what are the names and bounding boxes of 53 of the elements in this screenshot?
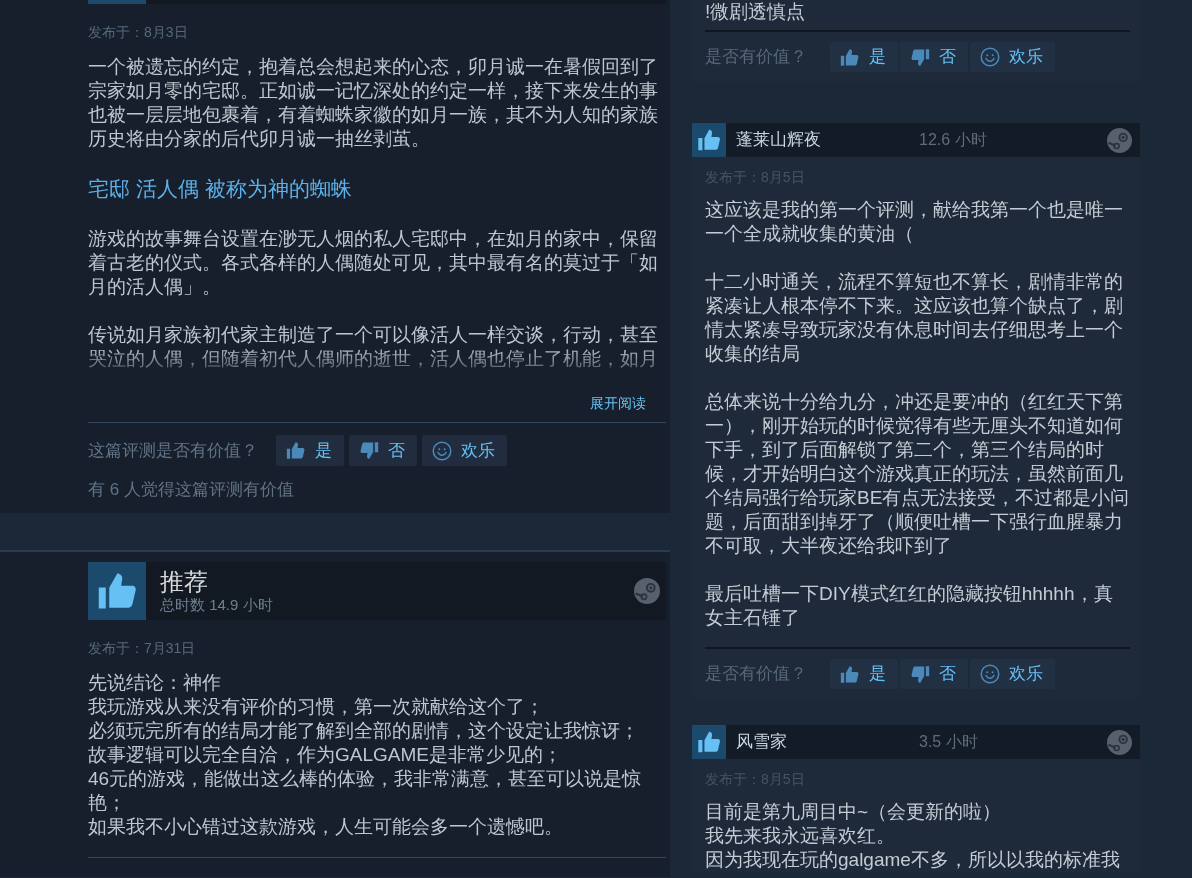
vote-no-button[interactable]: 否 bbox=[900, 659, 968, 689]
review-text: 故事逻辑可以完全自洽，作为GALGAME是非常少见的； bbox=[88, 743, 563, 767]
review-text: 必须玩完所有的结局才能了解到全部的剧情，这个设定让我惊讶； bbox=[88, 719, 640, 743]
smiley-icon bbox=[980, 47, 1000, 67]
helpful-question: 是否有价值？ bbox=[705, 46, 807, 68]
helpful-question: 是否有价值？ bbox=[705, 663, 807, 685]
vote-no-button[interactable]: 否 bbox=[900, 42, 968, 72]
thumbs-up-icon bbox=[840, 664, 860, 684]
reviewer-name: 风雪家 bbox=[736, 731, 788, 753]
playtime-text: 总时数 14.9 小时 bbox=[160, 596, 273, 614]
expand-link[interactable]: 展开阅读 bbox=[590, 393, 646, 413]
review-text: 46元的游戏，能做出这么棒的体验，我非常满意，甚至可以说是惊艳； bbox=[88, 767, 643, 815]
review-text: 这应该是我的第一个评测，献给我第一个也是唯一一个全成就收集的黄油（ bbox=[705, 198, 1124, 246]
review-verdict: 推荐 bbox=[160, 568, 209, 596]
vote-yes-button[interactable]: 是 bbox=[276, 435, 344, 466]
logo-icon bbox=[1107, 127, 1132, 153]
helpful-question: 这篇评测是否有价值？ bbox=[88, 439, 258, 462]
funny-button[interactable]: 欢乐 bbox=[970, 42, 1055, 72]
avatar-tile bbox=[88, 0, 146, 4]
thumbs-up-icon bbox=[840, 47, 860, 67]
thumbs-down-icon bbox=[910, 47, 930, 67]
review-text: 我先来我永远喜欢红。 bbox=[705, 824, 896, 848]
logo-icon bbox=[1107, 729, 1132, 755]
reviewer-name: 蓬莱山辉夜 bbox=[736, 129, 822, 151]
thumbs-down-icon bbox=[910, 664, 930, 684]
playtime-text: 12.6 小时 bbox=[919, 130, 987, 150]
helpful-count: 有 6 人觉得这篇评测有价值 bbox=[88, 479, 295, 501]
thumbs-down-icon bbox=[359, 441, 379, 460]
review-text: 传说如月家族初代家主制造了一个可以像活人一样交谈，行动，甚至哭泣的人偶，但随着初代人偶师的逝世，活人偶也停止了机能，如月 bbox=[88, 323, 659, 371]
review-text: 最后吐槽一下DIY模式红红的隐藏按钮hhhhh，真女主石锤了 bbox=[705, 582, 1114, 630]
funny-button[interactable]: 欢乐 bbox=[422, 435, 507, 466]
vote-yes-button[interactable]: 是 bbox=[830, 42, 898, 72]
review-text: 先说结论：神作 bbox=[88, 671, 222, 695]
review-text: 游戏的故事舞台设置在渺无人烟的私人宅邸中，在如月的家中，保留着古老的仪式。各式各样的人偶随处可见，其中最有名的莫过于「如月的活人偶」。 bbox=[88, 227, 659, 299]
funny-button[interactable]: 欢乐 bbox=[970, 659, 1055, 689]
review-text: 目前是第九周目中~（会更新的啦） bbox=[705, 800, 1003, 824]
posted-date: 发布于：7月31日 bbox=[88, 639, 197, 658]
review-text: 总体来说十分给九分，冲还是要冲的（红红天下第一），刚开始玩的时候觉得有些无厘头不知道如何下手，到了后面解锁了第二个，第三个结局的时候，才开始明白这个游戏真正的玩法，虽然前面几个结局强行给玩家BE有点无法接受，不过都是小问题，后面甜到掉牙了（顺便吐槽一下强行血腥暴力不可取，大半夜还给我吓到了 bbox=[705, 390, 1130, 558]
review-text: 如果我不小心错过这款游戏，人生可能会多一个遗憾吧。 bbox=[88, 815, 564, 839]
posted-date: 发布于：8月3日 bbox=[88, 23, 189, 42]
logo-icon bbox=[634, 578, 660, 604]
smiley-icon bbox=[980, 664, 1000, 684]
vote-no-button[interactable]: 否 bbox=[349, 435, 417, 466]
smiley-icon bbox=[432, 440, 452, 461]
review-text: 一个被遗忘的约定，抱着总会想起来的心态，卯月诚一在暑假回到了宗家如月零的宅邸。正如诚一记忆深处的约定一样，接下来发生的事也被一层层地包裹着，有着蜘蛛家徽的如月一族，其不为人知的家族历史将由分家的后代卯月诚一抽丝剥茧。 bbox=[88, 55, 659, 151]
review-heading: 宅邸 活人偶 被称为神的蜘蛛 bbox=[88, 176, 353, 202]
playtime-text: 3.5 小时 bbox=[919, 732, 978, 752]
review-text: 我玩游戏从来没有评价的习惯，第一次就献给这个了； bbox=[88, 695, 545, 719]
vote-yes-button[interactable]: 是 bbox=[830, 659, 898, 689]
review-text: 因为我现在玩的galgame不多，所以以我的标准我 bbox=[705, 848, 1121, 872]
review-text: !微剧透慎点 bbox=[705, 0, 807, 24]
review-text: 十二小时通关，流程不算短也不算长，剧情非常的紧凑让人根本停不下来。这应该也算个缺点了，剧情太紧凑导致玩家没有休息时间去仔细思考上一个收集的结局 bbox=[705, 270, 1124, 366]
thumbs-up-icon bbox=[286, 441, 306, 460]
